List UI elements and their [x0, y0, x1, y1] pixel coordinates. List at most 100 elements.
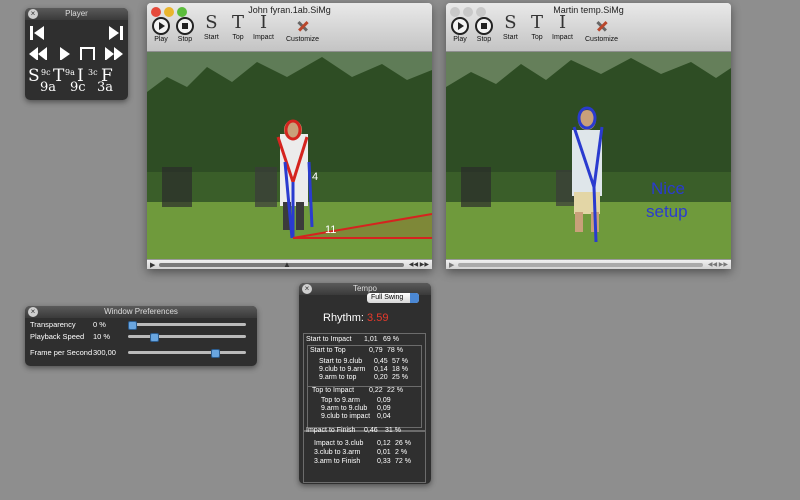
play-icon[interactable] — [60, 47, 70, 60]
prefs-title-bar: × Window Preferences — [25, 306, 257, 318]
customize-button[interactable]: Customize — [286, 17, 319, 43]
start-icon: S — [504, 12, 517, 33]
tempo-line-percent: 78 % — [387, 347, 403, 354]
timeline-track[interactable] — [159, 263, 404, 267]
timeline-bar[interactable]: ▶ ◀◀ ▶▶ — [446, 259, 731, 269]
step-controls-icon[interactable]: ◀◀ ▶▶ — [409, 261, 429, 268]
top-label: Top — [531, 34, 543, 41]
rhythm-value: 3.59 — [367, 312, 389, 324]
slider-knob[interactable] — [128, 321, 137, 330]
top-button[interactable]: T Top — [531, 12, 544, 42]
tempo-line-percent: 69 % — [383, 336, 399, 343]
rhythm-label: Rhythm: — [323, 312, 364, 324]
playback-speed-slider[interactable] — [128, 333, 246, 342]
video-frame: Nice setup — [446, 52, 731, 259]
timeline-bar[interactable]: ▶ ▲ ◀◀ ▶▶ — [147, 259, 432, 269]
tempo-line-time: 0,22 — [369, 387, 383, 394]
tempo-line-time: 0,20 — [374, 374, 388, 381]
tempo-line-label: Start to Impact — [306, 336, 352, 343]
play-button[interactable]: Play — [152, 17, 170, 43]
transparency-slider[interactable] — [128, 321, 246, 330]
player-sub-3: 3a — [97, 80, 114, 95]
tempo-line-percent: 25 % — [392, 374, 408, 381]
tempo-line-percent: 18 % — [392, 366, 408, 373]
close-icon[interactable]: × — [302, 284, 312, 294]
tempo-line-percent: 26 % — [395, 440, 411, 447]
tempo-line-label: Top to Impact — [312, 387, 355, 394]
skip-to-start-icon[interactable] — [30, 26, 44, 40]
impact-icon: I — [259, 12, 268, 33]
stop-icon — [176, 17, 194, 35]
tempo-line-time: 0,79 — [369, 347, 383, 354]
step-controls-icon[interactable]: ◀◀ ▶▶ — [708, 261, 728, 268]
play-small-icon[interactable]: ▶ — [150, 261, 155, 269]
tempo-line-time: 0,46 — [364, 427, 378, 434]
top-button[interactable]: T Top — [232, 12, 245, 42]
play-small-icon[interactable]: ▶ — [449, 261, 454, 269]
close-icon[interactable]: × — [28, 9, 38, 19]
tempo-line-label: 9.club to impact — [321, 413, 371, 420]
overlay-label-b: 11 — [325, 224, 336, 236]
prefs-title: Window Preferences — [104, 307, 178, 316]
tempo-line-time: 0,01 — [377, 449, 391, 456]
fast-forward-icon[interactable] — [105, 47, 123, 60]
tempo-line-percent: 72 % — [395, 458, 411, 465]
customize-button[interactable]: Customize — [585, 17, 618, 43]
close-icon[interactable]: × — [28, 307, 38, 317]
impact-label: Impact — [253, 34, 275, 41]
skip-to-end-icon[interactable] — [109, 26, 123, 40]
player-title-bar: × Player — [25, 8, 128, 20]
tempo-title: Tempo — [352, 284, 377, 293]
playback-speed-value: 10 % — [93, 332, 111, 341]
tempo-line-label: Impact to Finish — [306, 427, 356, 434]
title-bar: John fyran.1ab.SiMg Play Stop S Start T … — [147, 3, 432, 52]
tempo-line-label: 3.arm to Finish — [314, 458, 361, 465]
stop-icon[interactable] — [80, 47, 95, 60]
slider-knob[interactable] — [210, 349, 220, 358]
top-icon: T — [531, 12, 544, 33]
start-icon: S — [205, 12, 218, 33]
impact-button[interactable]: I Impact — [552, 13, 574, 42]
video-window-right: Martin temp.SiMg Play Stop S Start T Top… — [446, 3, 731, 269]
transparency-label: Transparency — [30, 320, 76, 329]
player-title: Player — [65, 9, 88, 18]
playhead-icon[interactable]: ▲ — [283, 260, 291, 269]
play-button[interactable]: Play — [451, 17, 469, 43]
tempo-panel: × Tempo Full Swing Rhythm: 3.59 Start to… — [299, 283, 431, 484]
stop-button[interactable]: Stop — [176, 17, 194, 43]
player-controls — [29, 26, 123, 60]
chevron-updown-icon — [410, 293, 419, 303]
fps-value: 300,00 — [93, 348, 116, 357]
player-sub-1: 9a — [40, 80, 57, 95]
rhythm-row: Rhythm: 3.59 — [323, 312, 388, 324]
tempo-line-time: 0,04 — [377, 413, 391, 420]
impact-button[interactable]: I Impact — [253, 12, 275, 42]
annotation-line2: setup — [646, 202, 688, 221]
player-start-letter[interactable]: S — [28, 66, 40, 86]
stop-label: Stop — [476, 36, 492, 43]
play-label: Play — [453, 36, 467, 43]
window-title: Martin temp.SiMg — [553, 5, 624, 15]
slider-knob[interactable] — [150, 333, 159, 342]
player-sup-1: 9c — [41, 68, 51, 77]
play-label: Play — [154, 36, 168, 43]
impact-label: Impact — [552, 34, 574, 41]
stop-button[interactable]: Stop — [475, 17, 493, 43]
start-button[interactable]: S Start — [503, 12, 518, 42]
window-title: John fyran.1ab.SiMg — [248, 5, 331, 15]
tempo-line-percent: 22 % — [387, 387, 403, 394]
player-sup-3: 3c — [88, 68, 98, 77]
tempo-line-time: 1,01 — [364, 336, 378, 343]
tempo-line-label: Start to Top — [310, 347, 346, 354]
start-label: Start — [503, 34, 518, 41]
fps-slider[interactable] — [128, 349, 246, 358]
player-panel: × Player S 9c T 9a I 3c F 9a 9c 3a — [25, 8, 128, 100]
top-label: Top — [232, 34, 244, 41]
rewind-icon[interactable] — [29, 47, 47, 60]
swing-mode-select[interactable]: Full Swing — [367, 293, 419, 303]
start-button[interactable]: S Start — [204, 12, 219, 42]
top-icon: T — [232, 12, 245, 33]
window-preferences-panel: × Window Preferences Transparency 0 % Pl… — [25, 306, 257, 366]
fps-label: Frame per Second — [30, 348, 93, 357]
timeline-track[interactable] — [458, 263, 703, 267]
